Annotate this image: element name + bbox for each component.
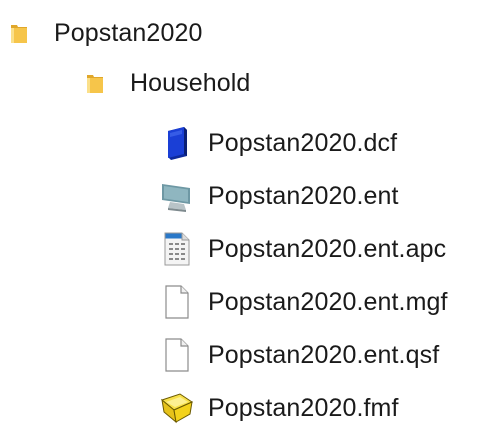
- file-label: Popstan2020.ent.mgf: [208, 288, 448, 316]
- folder-icon: [10, 22, 28, 44]
- file-label: Popstan2020.fmf: [208, 394, 399, 422]
- tree-item-dcf-file[interactable]: Popstan2020.dcf: [160, 125, 397, 161]
- blank-file-icon: [160, 337, 194, 373]
- logic-document-icon: [160, 231, 194, 267]
- tree-item-apc-file[interactable]: Popstan2020.ent.apc: [160, 231, 446, 267]
- folder-label: Household: [130, 69, 251, 97]
- file-label: Popstan2020.ent.apc: [208, 235, 447, 263]
- dictionary-book-icon: [160, 125, 194, 161]
- file-label: Popstan2020.ent: [208, 182, 399, 210]
- tree-item-household-folder[interactable]: Household: [86, 65, 250, 101]
- tree-item-popstan2020-folder[interactable]: Popstan2020: [10, 15, 202, 51]
- file-label: Popstan2020.dcf: [208, 129, 398, 157]
- folder-label: Popstan2020: [54, 19, 203, 47]
- file-label: Popstan2020.ent.qsf: [208, 341, 440, 369]
- tree-item-fmf-file[interactable]: Popstan2020.fmf: [160, 390, 399, 426]
- data-entry-monitor-icon: [160, 178, 194, 214]
- tree-item-qsf-file[interactable]: Popstan2020.ent.qsf: [160, 337, 439, 373]
- tree-item-mgf-file[interactable]: Popstan2020.ent.mgf: [160, 284, 448, 320]
- blank-file-icon: [160, 284, 194, 320]
- folder-icon: [86, 72, 104, 94]
- form-file-icon: [160, 390, 194, 426]
- tree-item-ent-file[interactable]: Popstan2020.ent: [160, 178, 399, 214]
